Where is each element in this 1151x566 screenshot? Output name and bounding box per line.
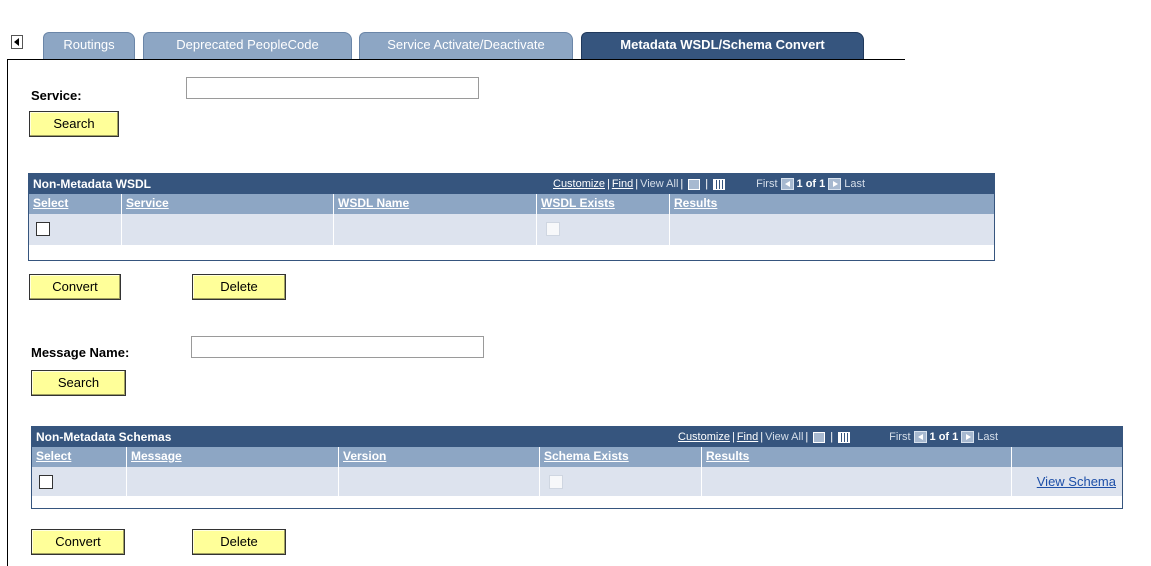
new-window-icon[interactable] [813, 431, 826, 443]
column-header-service[interactable]: Service [126, 196, 169, 210]
column-header-message[interactable]: Message [131, 449, 182, 463]
tab-service-activate-deactivate[interactable]: Service Activate/Deactivate [359, 32, 573, 59]
first-link: First [889, 431, 911, 443]
results-cell [670, 214, 994, 245]
table-row [29, 214, 994, 245]
schema-delete-button[interactable]: Delete [192, 529, 286, 555]
message-name-input[interactable] [191, 336, 484, 358]
last-link: Last [977, 431, 999, 443]
column-header-wsdl-name[interactable]: WSDL Name [338, 196, 409, 210]
tab-baseline [7, 59, 905, 60]
last-link: Last [844, 178, 866, 190]
column-header-schema-exists[interactable]: Schema Exists [544, 449, 629, 463]
view-all-link: View All [640, 178, 679, 190]
first-link: First [756, 178, 778, 190]
view-schema-link[interactable]: View Schema [1037, 474, 1116, 489]
schema-convert-button[interactable]: Convert [31, 529, 125, 555]
service-cell [122, 214, 334, 245]
next-page-icon[interactable] [828, 178, 842, 190]
next-page-icon[interactable] [961, 431, 975, 443]
select-checkbox[interactable] [39, 475, 53, 489]
service-input[interactable] [186, 77, 479, 99]
download-grid-icon[interactable] [838, 431, 851, 443]
version-cell [339, 467, 540, 496]
tab-scroll-left-icon[interactable] [11, 35, 23, 49]
tab-label: Deprecated PeopleCode [176, 37, 319, 52]
customize-link[interactable]: Customize [553, 178, 605, 190]
service-label: Service: [31, 88, 82, 103]
schema-exists-checkbox [549, 475, 563, 489]
column-header-select[interactable]: Select [33, 196, 68, 210]
find-link[interactable]: Find [612, 178, 633, 190]
service-search-button[interactable]: Search [29, 111, 119, 137]
column-header-select[interactable]: Select [36, 449, 71, 463]
wsdl-exists-checkbox [546, 222, 560, 236]
non-metadata-wsdl-grid: Non-Metadata WSDL Customize | Find | View … [28, 173, 995, 261]
grid-title: Non-Metadata Schemas [36, 430, 172, 444]
tab-metadata-wsdl-schema-convert[interactable]: Metadata WSDL/Schema Convert [581, 32, 864, 59]
customize-link[interactable]: Customize [678, 431, 730, 443]
download-grid-icon[interactable] [713, 178, 726, 190]
grid-header: Non-Metadata Schemas Customize | Find | Vi… [32, 427, 1122, 447]
grid-navigation: Customize | Find | View All | | First 1 of … [678, 431, 999, 443]
page-info: 1 of 1 [929, 431, 959, 443]
tab-label: Routings [63, 37, 115, 52]
table-row: View Schema [32, 467, 1122, 496]
column-header-version[interactable]: Version [343, 449, 386, 463]
grid-title: Non-Metadata WSDL [33, 177, 151, 191]
grid-navigation: Customize | Find | View All | | First 1 of … [553, 178, 866, 190]
non-metadata-schemas-grid: Non-Metadata Schemas Customize | Find | Vi… [31, 426, 1123, 509]
column-header-wsdl-exists[interactable]: WSDL Exists [541, 196, 615, 210]
wsdl-convert-button[interactable]: Convert [29, 274, 121, 300]
wsdl-delete-button[interactable]: Delete [192, 274, 286, 300]
page-left-border [7, 60, 8, 566]
previous-page-icon[interactable] [780, 178, 794, 190]
select-checkbox[interactable] [36, 222, 50, 236]
grid-header: Non-Metadata WSDL Customize | Find | View … [29, 174, 994, 194]
tab-deprecated-peoplecode[interactable]: Deprecated PeopleCode [143, 32, 352, 59]
tab-routings[interactable]: Routings [43, 32, 135, 59]
new-window-icon[interactable] [688, 178, 701, 190]
tab-label: Metadata WSDL/Schema Convert [620, 37, 825, 52]
previous-page-icon[interactable] [913, 431, 927, 443]
tab-label: Service Activate/Deactivate [387, 37, 545, 52]
grid-column-headers: Select Service WSDL Name WSDL Exists Res… [29, 194, 994, 214]
wsdl-name-cell [334, 214, 537, 245]
message-search-button[interactable]: Search [31, 370, 126, 396]
message-name-label: Message Name: [31, 345, 130, 360]
view-all-link: View All [765, 431, 804, 443]
column-header-empty [1012, 447, 1122, 467]
page-info: 1 of 1 [796, 178, 826, 190]
column-header-results[interactable]: Results [674, 196, 717, 210]
results-cell [702, 467, 1012, 496]
message-cell [127, 467, 339, 496]
grid-column-headers: Select Message Version Schema Exists Res… [32, 447, 1122, 467]
column-header-results[interactable]: Results [706, 449, 749, 463]
find-link[interactable]: Find [737, 431, 758, 443]
